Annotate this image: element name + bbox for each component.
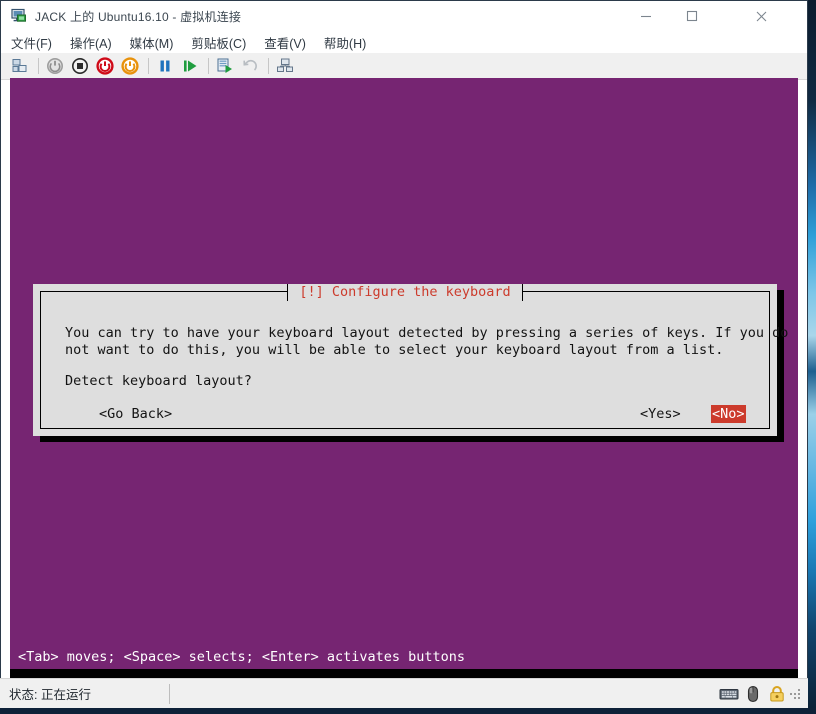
toolbar-separator xyxy=(148,58,149,74)
desktop-bottom-edge xyxy=(0,708,816,714)
maximize-button[interactable] xyxy=(669,1,715,31)
status-bar: 状态: 正在运行 xyxy=(0,678,808,708)
dialog-border: [!] Configure the keyboard You can try t… xyxy=(40,284,788,429)
go-back-button[interactable]: <Go Back> xyxy=(99,405,172,423)
title-bar: JACK 上的 Ubuntu16.10 - 虚拟机连接 xyxy=(1,1,807,31)
turn-off-icon[interactable] xyxy=(70,56,90,76)
dialog-title: [!] Configure the keyboard xyxy=(287,284,523,301)
menu-item-help[interactable]: 帮助(H) xyxy=(324,33,366,52)
status-bar-icons xyxy=(715,685,808,703)
start-icon[interactable] xyxy=(180,56,200,76)
toolbar-separator xyxy=(208,58,209,74)
configure-keyboard-dialog: [!] Configure the keyboard You can try t… xyxy=(33,284,788,436)
keyboard-icon xyxy=(719,685,739,703)
menu-item-file[interactable]: 文件(F) xyxy=(11,33,52,52)
checkpoint-icon[interactable] xyxy=(10,56,30,76)
menu-item-view[interactable]: 查看(V) xyxy=(264,33,306,52)
dialog-body-line1: You can try to have your keyboard layout… xyxy=(65,325,789,341)
minimize-button[interactable] xyxy=(623,1,669,31)
toolbar-separator xyxy=(38,58,39,74)
menu-item-clipboard[interactable]: 剪贴板(C) xyxy=(191,33,246,52)
revert-snapshot-icon[interactable] xyxy=(215,56,235,76)
dialog-body-line2: not want to do this, you will be able to… xyxy=(65,342,724,358)
toolbar xyxy=(1,53,807,80)
close-button[interactable] xyxy=(738,1,784,31)
vm-status-text: 状态: 正在运行 xyxy=(9,688,91,702)
undo-icon xyxy=(240,56,260,76)
yes-button[interactable]: <Yes> xyxy=(640,405,681,423)
virtual-machine-icon xyxy=(11,8,27,24)
vm-screen[interactable]: [!] Configure the keyboard You can try t… xyxy=(10,78,798,678)
menu-item-action[interactable]: 操作(A) xyxy=(70,33,112,52)
menu-bar: 文件(F) 操作(A) 媒体(M) 剪贴板(C) 查看(V) 帮助(H) xyxy=(1,31,807,53)
mouse-icon xyxy=(743,685,763,703)
power-off-icon[interactable] xyxy=(95,56,115,76)
lock-icon xyxy=(767,685,787,703)
installer-help-line: <Tab> moves; <Space> selects; <Enter> ac… xyxy=(18,649,466,665)
reset-icon[interactable] xyxy=(120,56,140,76)
pause-icon[interactable] xyxy=(155,56,175,76)
no-button[interactable]: <No> xyxy=(711,405,746,423)
dialog-title-bar: [!] Configure the keyboard xyxy=(41,283,769,301)
toolbar-separator xyxy=(268,58,269,74)
vm-screen-bottom-bar xyxy=(10,669,798,678)
dialog-body-text: You can try to have your keyboard layout… xyxy=(65,325,788,359)
dialog-question: Detect keyboard layout? xyxy=(65,373,252,389)
window-title: JACK 上的 Ubuntu16.10 - 虚拟机连接 xyxy=(35,9,242,24)
shutdown-icon[interactable] xyxy=(45,56,65,76)
status-bar-separator xyxy=(168,683,170,704)
enhanced-session-icon[interactable] xyxy=(275,56,295,76)
resize-grip[interactable] xyxy=(790,688,802,701)
dialog-button-row: <Go Back> <Yes> <No> xyxy=(41,405,769,423)
menu-item-media[interactable]: 媒体(M) xyxy=(130,33,174,52)
